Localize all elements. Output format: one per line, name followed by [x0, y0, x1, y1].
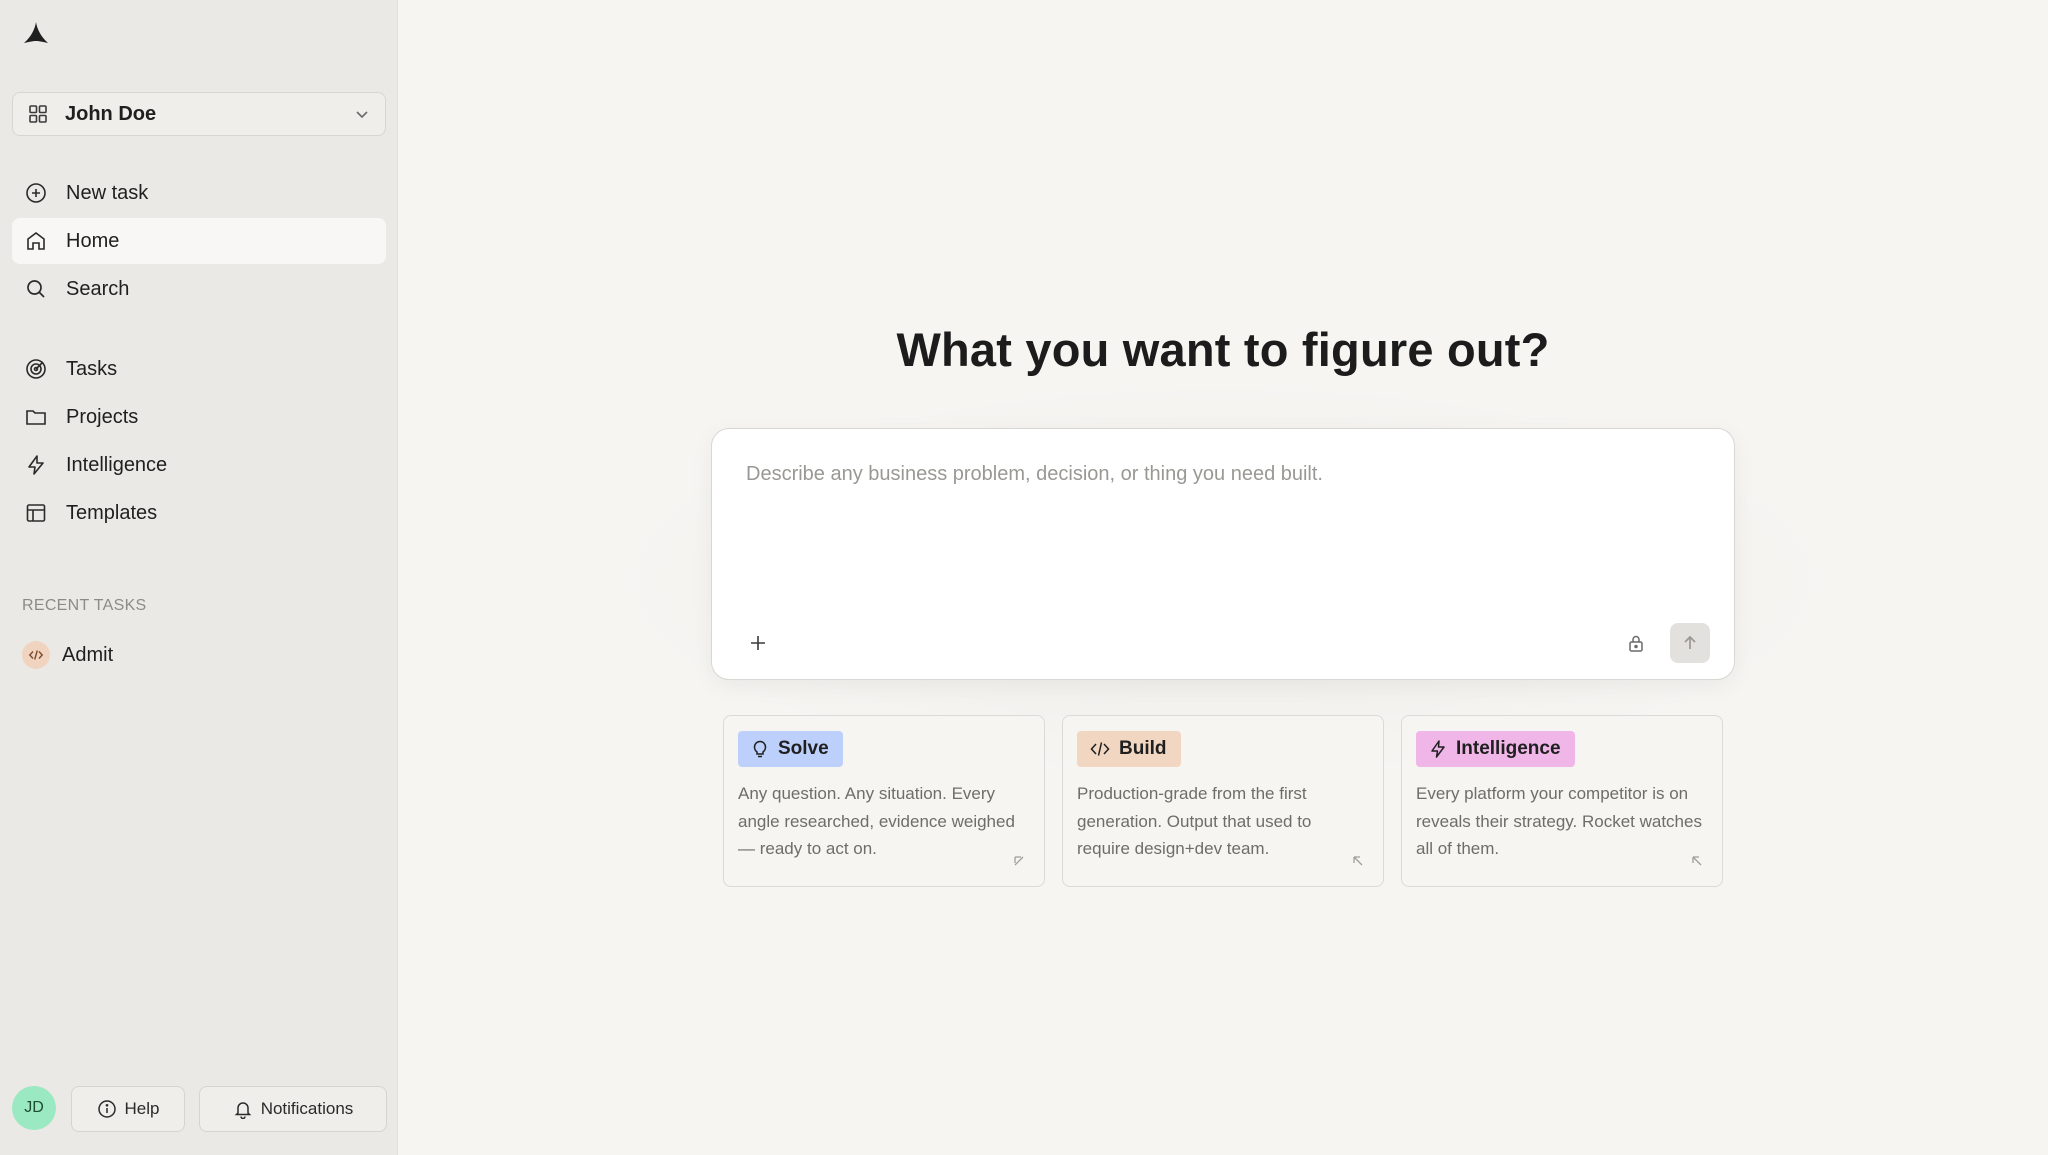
- bolt-icon: [1431, 740, 1445, 758]
- sidebar-footer: JD Help Notifications: [0, 1084, 398, 1134]
- arrow-up-icon: [1684, 635, 1696, 649]
- intelligence-label: Intelligence: [1456, 738, 1561, 759]
- workspace-switcher[interactable]: John Doe: [12, 92, 386, 136]
- build-label: Build: [1119, 738, 1167, 759]
- nav-label: Home: [66, 229, 120, 252]
- workspace-name: John Doe: [65, 102, 157, 125]
- nav-label: New task: [66, 181, 149, 204]
- nav-templates[interactable]: Templates: [12, 490, 386, 536]
- intelligence-description: Every platform your competitor is on rev…: [1416, 784, 1702, 858]
- nav-label: Intelligence: [66, 453, 168, 476]
- prompt-input[interactable]: [746, 463, 1696, 583]
- build-badge: Build: [1077, 731, 1181, 767]
- nav-tasks[interactable]: Tasks: [12, 346, 386, 392]
- nav-home[interactable]: Home: [12, 218, 386, 264]
- solve-label: Solve: [778, 738, 829, 759]
- sidebar: John Doe New task Home Search Tasks Proj…: [0, 0, 398, 1155]
- lock-icon: [1629, 635, 1643, 652]
- notifications-label: Notifications: [260, 1099, 354, 1118]
- nav-search[interactable]: Search: [12, 266, 386, 312]
- code-icon: [22, 641, 50, 669]
- notifications-button[interactable]: Notifications: [199, 1086, 387, 1132]
- prompt-composer: [711, 428, 1735, 680]
- page-title: What you want to figure out?: [896, 323, 1550, 376]
- info-icon: [97, 1100, 116, 1118]
- main-content: What you want to figure out? Solve Any q…: [398, 0, 2048, 1155]
- nav-label: Templates: [66, 501, 158, 524]
- arrow-up-left-icon: [1014, 856, 1024, 866]
- target-icon: [24, 357, 48, 381]
- add-attachment-button[interactable]: [744, 629, 772, 657]
- layout-icon: [24, 501, 48, 525]
- nav-label: Tasks: [66, 357, 118, 380]
- lightbulb-icon: [753, 740, 767, 758]
- bolt-icon: [24, 453, 48, 477]
- nav-new-task[interactable]: New task: [12, 170, 386, 216]
- nav-label: Projects: [66, 405, 139, 428]
- arrow-up-left-icon: [1353, 856, 1363, 866]
- nav-label: Search: [66, 277, 130, 300]
- recent-task-label: Admit: [62, 643, 114, 666]
- solve-badge: Solve: [738, 731, 843, 767]
- search-icon: [24, 277, 48, 301]
- help-label: Help: [124, 1099, 160, 1118]
- recent-task-item[interactable]: Admit: [12, 632, 386, 678]
- build-description: Production-grade from the first generati…: [1077, 784, 1312, 858]
- intelligence-badge: Intelligence: [1416, 731, 1575, 767]
- folder-icon: [24, 405, 48, 429]
- intelligence-card[interactable]: Intelligence Every platform your competi…: [1401, 715, 1723, 887]
- send-button[interactable]: [1670, 623, 1710, 663]
- app-window: John Doe New task Home Search Tasks Proj…: [0, 0, 2048, 1155]
- solve-card[interactable]: Solve Any question. Any situation. Every…: [723, 715, 1045, 887]
- nav-intelligence[interactable]: Intelligence: [12, 442, 386, 488]
- help-button[interactable]: Help: [71, 1086, 185, 1132]
- plus-icon: [751, 636, 765, 650]
- chevron-down-icon: [356, 111, 368, 119]
- arrow-up-left-icon: [1692, 856, 1702, 866]
- solve-description: Any question. Any situation. Every angle…: [738, 784, 1015, 858]
- build-card[interactable]: Build Production-grade from the first ge…: [1062, 715, 1384, 887]
- recent-tasks-heading: RECENT TASKS: [22, 597, 147, 614]
- home-icon: [24, 229, 48, 253]
- avatar[interactable]: JD: [12, 1086, 56, 1130]
- bell-icon: [234, 1102, 251, 1119]
- privacy-lock-button[interactable]: [1622, 629, 1650, 657]
- logo-icon[interactable]: [22, 20, 50, 48]
- nav-projects[interactable]: Projects: [12, 394, 386, 440]
- grid-icon: [29, 105, 47, 123]
- plus-circle-icon: [24, 181, 48, 205]
- code-icon: [1090, 742, 1110, 756]
